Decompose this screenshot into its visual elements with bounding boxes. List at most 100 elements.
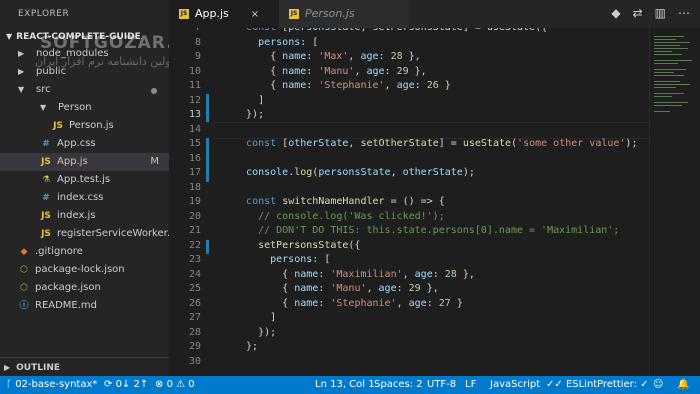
tree-item-person[interactable]: ▼ Person [0, 99, 169, 117]
tree-item-label: index.js [57, 210, 96, 221]
code-line[interactable]: ] [234, 95, 264, 106]
code-line[interactable]: }); [234, 109, 264, 120]
tree-item-app-test-js[interactable]: ⚗ App.test.js [0, 171, 169, 189]
tree-item-app-js[interactable]: JS App.js M [0, 153, 169, 171]
code-line[interactable]: { name: 'Manu', age: 29 }, [234, 66, 427, 77]
tree-item-index-js[interactable]: JS index.js [0, 207, 169, 225]
sync-indicator[interactable]: ⟳ 0↓ 2↑ [104, 376, 148, 394]
code-line[interactable]: { name: 'Maximilian', age: 28 }, [234, 269, 475, 280]
line-number: 27 [188, 312, 201, 323]
tree-item-label: App.js [57, 156, 88, 167]
code-editor[interactable]: 7 const [personsState, setPersonsState] … [169, 28, 649, 376]
current-line-highlight [214, 122, 649, 139]
minimap[interactable] [649, 28, 700, 376]
close-icon[interactable]: × [251, 1, 259, 29]
error-icon: ⊗ [155, 379, 167, 390]
tree-item-label: Person.js [69, 120, 114, 131]
tree-item-gitignore[interactable]: ◆ .gitignore [0, 243, 169, 261]
code-line[interactable]: setPersonsState({ [234, 240, 360, 251]
git-compare-icon[interactable]: ◆ [611, 6, 620, 20]
tree-item-readme-md[interactable]: ⓘ README.md [0, 297, 169, 315]
tab-label: App.js [195, 7, 229, 20]
code-line[interactable]: console.log(personsState, otherState); [234, 167, 475, 178]
chevron-down-icon: ▼ [40, 103, 47, 112]
code-line[interactable]: }); [234, 327, 276, 338]
code-line[interactable]: const [otherState, setOtherState] = useS… [234, 138, 637, 149]
js-file-icon: JS [289, 9, 299, 19]
line-number: 21 [188, 225, 201, 236]
watermark-subtitle: اولین دانشنامه نرم افزار ایران [35, 55, 174, 68]
tree-item-src[interactable]: ▼ src [0, 81, 169, 99]
encoding[interactable]: UTF-8 [427, 376, 456, 394]
tree-item-registerserviceworker-js[interactable]: JS registerServiceWorker.js [0, 225, 178, 243]
outline-section[interactable]: ▶ OUTLINE [0, 357, 169, 377]
tree-item-label: registerServiceWorker.js [57, 228, 179, 239]
more-actions-icon[interactable]: ⋯ [678, 6, 690, 20]
js-file-icon: JS [179, 9, 189, 19]
line-number: 10 [188, 65, 201, 77]
code-line[interactable]: { name: 'Stephanie', age: 27 } [234, 298, 463, 309]
code-line[interactable]: const switchNameHandler = () => { [234, 196, 445, 207]
warning-icon: ⚠ [172, 379, 189, 390]
line-number: 11 [188, 80, 201, 91]
file-icon: ⓘ [19, 301, 29, 311]
line-number: 20 [188, 210, 201, 222]
code-line[interactable]: // console.log('Was clicked!'); [234, 211, 445, 222]
tree-item-label: README.md [35, 300, 98, 311]
tab-person-js[interactable]: JS Person.js [279, 0, 409, 28]
tree-item-label: package.json [35, 282, 101, 293]
file-icon: # [42, 193, 50, 203]
code-line[interactable]: persons: [ [234, 37, 318, 48]
code-line[interactable]: const [personsState, setPersonsState] = … [234, 28, 547, 33]
chevron-down-icon: ▼ [18, 85, 25, 94]
line-number: 15 [188, 138, 201, 149]
language-mode[interactable]: JavaScript [490, 376, 540, 394]
indentation[interactable]: Spaces: 2 [374, 376, 423, 394]
branch-indicator[interactable]: ᚴ 02-base-syntax* [6, 376, 97, 394]
outline-title: OUTLINE [16, 363, 61, 373]
tree-item-label: package-lock.json [35, 264, 125, 275]
tree-item-person-js[interactable]: JS Person.js [0, 117, 169, 135]
cursor-position[interactable]: Ln 13, Col 1 [315, 376, 375, 394]
line-number: 17 [188, 167, 201, 178]
open-changes-icon[interactable]: ⇄ [633, 6, 643, 20]
tree-item-label: .gitignore [35, 246, 83, 257]
modified-gutter-marker [206, 94, 209, 122]
modified-badge: M [150, 156, 159, 167]
chevron-right-icon: ▶ [18, 67, 25, 76]
code-line[interactable]: { name: 'Stephanie', age: 26 } [234, 80, 451, 91]
line-number: 29 [188, 341, 201, 352]
line-number: 28 [188, 326, 201, 338]
tree-item-index-css[interactable]: # index.css [0, 189, 169, 207]
tab-bar: JS App.js × JS Person.js ◆ ⇄ ▥ ⋯ [169, 0, 700, 28]
code-line[interactable]: ] [234, 312, 276, 323]
code-line[interactable]: { name: 'Max', age: 28 }, [234, 51, 421, 62]
prettier-status[interactable]: Prettier: ✓ [597, 376, 649, 394]
tree-item-package-lock-json[interactable]: ⬡ package-lock.json [0, 261, 169, 279]
feedback-icon[interactable]: ☺ [653, 376, 663, 394]
notifications-icon[interactable]: 🔔 [677, 376, 689, 394]
tab-label: Person.js [305, 7, 355, 20]
tree-item-package-json[interactable]: ⬡ package.json [0, 279, 169, 297]
file-icon: ⬡ [20, 265, 28, 275]
line-ending[interactable]: LF [465, 376, 476, 394]
code-line[interactable]: }; [234, 341, 258, 352]
problems-indicator[interactable]: ⊗ 0 ⚠ 0 [155, 376, 195, 394]
git-branch-icon: ᚴ [6, 379, 16, 390]
tree-item-label: src [36, 84, 51, 95]
tab-app-js[interactable]: JS App.js × [169, 0, 279, 28]
tree-item-app-css[interactable]: # App.css [0, 135, 169, 153]
code-line[interactable]: // DON'T DO THIS: this.state.persons[0].… [234, 225, 619, 236]
line-number: 7 [169, 28, 201, 33]
chevron-down-icon: ▼ [6, 32, 13, 41]
code-line[interactable]: persons: [ [234, 254, 330, 265]
line-number: 9 [194, 51, 201, 62]
split-editor-icon[interactable]: ▥ [655, 6, 666, 20]
line-number: 8 [194, 36, 201, 48]
line-number: 19 [188, 196, 201, 207]
eslint-status[interactable]: ✓✓ ESLint [546, 376, 597, 394]
check-double-icon: ✓✓ [546, 379, 566, 390]
line-number: 13 [188, 109, 201, 120]
code-line[interactable]: { name: 'Manu', age: 29 }, [234, 283, 439, 294]
chevron-right-icon: ▶ [18, 49, 25, 58]
